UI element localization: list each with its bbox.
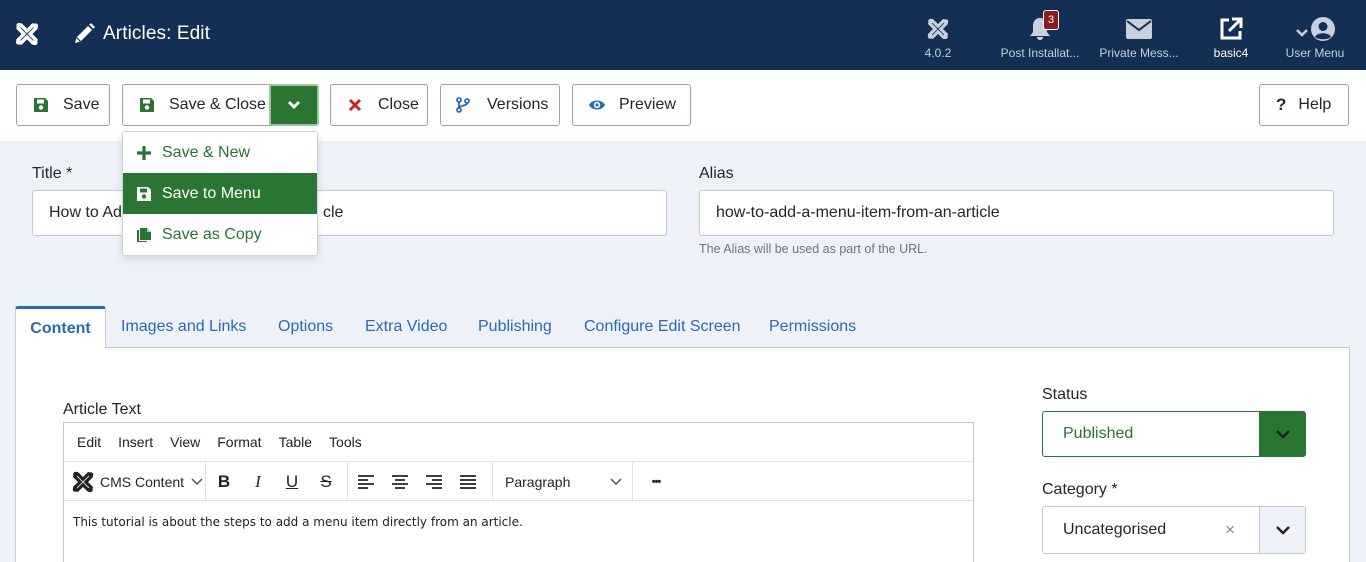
post-install-messages[interactable]: 3 Post Installat... [998, 10, 1082, 64]
save-icon [34, 98, 48, 112]
page-title: Articles: Edit [103, 23, 210, 44]
close-icon [348, 98, 362, 112]
strikethrough-icon[interactable]: S [309, 462, 343, 501]
notification-badge: 3 [1043, 10, 1060, 30]
menu-insert[interactable]: Insert [118, 434, 153, 450]
status-select[interactable]: Published [1042, 411, 1306, 457]
status-select-caret [1259, 412, 1305, 456]
article-editor: Edit Insert View Format Table Tools CMS … [63, 422, 974, 562]
save-and-new-item[interactable]: Save & New [123, 132, 317, 173]
editor-menubar: Edit Insert View Format Table Tools [64, 423, 973, 462]
alias-input[interactable]: how-to-add-a-menu-item-from-an-article [699, 190, 1334, 236]
joomla-logo-icon[interactable] [14, 21, 40, 47]
chevron-down-icon [1275, 430, 1290, 439]
title-label: Title * [32, 165, 73, 182]
ellipsis-icon: ••• [651, 475, 662, 488]
cms-content-button[interactable]: CMS Content [64, 462, 206, 501]
joomla-icon [927, 18, 949, 40]
question-icon: ? [1276, 95, 1287, 114]
save-to-menu-item[interactable]: Save to Menu [123, 173, 317, 214]
joomla-icon [72, 471, 94, 492]
user-menu-label: User Menu [1285, 46, 1345, 60]
post-install-label: Post Installat... [1000, 46, 1080, 60]
version-label: 4.0.2 [924, 46, 952, 60]
tab-extra-video[interactable]: Extra Video [365, 306, 447, 348]
envelope-icon [1126, 19, 1152, 39]
tab-permissions[interactable]: Permissions [769, 306, 856, 348]
save-options-dropdown-toggle[interactable] [269, 84, 319, 126]
tab-options[interactable]: Options [278, 306, 333, 348]
more-options-button[interactable]: ••• [634, 462, 678, 501]
versions-button[interactable]: Versions [440, 84, 560, 126]
page-title-area: Articles: Edit [72, 19, 210, 49]
save-options-dropdown: Save & New Save to Menu Save as Copy [122, 131, 318, 256]
eye-icon [589, 100, 605, 110]
menu-format[interactable]: Format [217, 434, 261, 450]
status-label: Status [1042, 386, 1088, 403]
align-justify-icon[interactable] [451, 462, 485, 501]
category-label: Category * [1042, 481, 1118, 498]
user-menu[interactable]: User Menu [1282, 14, 1348, 64]
admin-header: Articles: Edit 4.0.2 3 Post Installat... [0, 0, 1366, 70]
site-label: basic4 [1213, 46, 1249, 60]
chevron-down-icon [610, 477, 622, 485]
save-and-close-button[interactable]: Save & Close [122, 84, 270, 126]
user-icon [1311, 17, 1335, 41]
alias-label: Alias [699, 165, 734, 182]
tab-publishing[interactable]: Publishing [478, 306, 552, 348]
chevron-down-icon [1275, 526, 1290, 535]
tab-content[interactable]: Content [15, 306, 106, 348]
chevron-down-icon [1296, 29, 1308, 37]
article-text-label: Article Text [63, 401, 141, 418]
plus-icon [137, 145, 151, 160]
category-select[interactable]: Uncategorised × [1042, 506, 1306, 554]
site-link[interactable]: basic4 [1209, 14, 1253, 64]
pencil-icon [75, 23, 95, 43]
private-messages-label: Private Mess... [1099, 46, 1179, 60]
editor-body-text[interactable]: This tutorial is about the steps to add … [73, 515, 523, 529]
align-left-icon[interactable] [349, 462, 383, 501]
save-button[interactable]: Save [16, 84, 110, 126]
clear-icon[interactable]: × [1225, 520, 1235, 540]
category-select-caret[interactable] [1259, 507, 1305, 553]
joomla-version[interactable]: 4.0.2 [918, 14, 958, 64]
tab-configure-edit-screen[interactable]: Configure Edit Screen [584, 306, 741, 348]
help-button[interactable]: ? Help [1259, 84, 1349, 126]
italic-icon[interactable]: I [241, 462, 275, 501]
align-right-icon[interactable] [417, 462, 451, 501]
chevron-down-icon [191, 477, 203, 485]
menu-view[interactable]: View [170, 434, 200, 450]
editor-toolbar: CMS Content B I U S Paragraph ••• [64, 462, 973, 501]
save-icon [137, 186, 151, 201]
save-icon [140, 98, 154, 112]
tab-images-and-links[interactable]: Images and Links [121, 306, 246, 348]
private-messages[interactable]: Private Mess... [1097, 14, 1181, 64]
underline-icon[interactable]: U [275, 462, 309, 501]
code-branch-icon [456, 97, 470, 113]
alias-help-text: The Alias will be used as part of the UR… [699, 242, 928, 256]
menu-table[interactable]: Table [279, 434, 312, 450]
block-format-select[interactable]: Paragraph [494, 462, 633, 501]
preview-button[interactable]: Preview [572, 84, 691, 126]
menu-edit[interactable]: Edit [77, 434, 101, 450]
align-center-icon[interactable] [383, 462, 417, 501]
chevron-down-icon [288, 101, 300, 109]
alignment-group [349, 462, 493, 501]
save-as-copy-item[interactable]: Save as Copy [123, 214, 317, 255]
external-link-icon [1220, 17, 1243, 40]
bold-icon[interactable]: B [207, 462, 241, 501]
menu-tools[interactable]: Tools [329, 434, 362, 450]
close-button[interactable]: Close [330, 84, 428, 126]
copy-icon [137, 227, 151, 242]
text-style-group: B I U S [207, 462, 348, 501]
